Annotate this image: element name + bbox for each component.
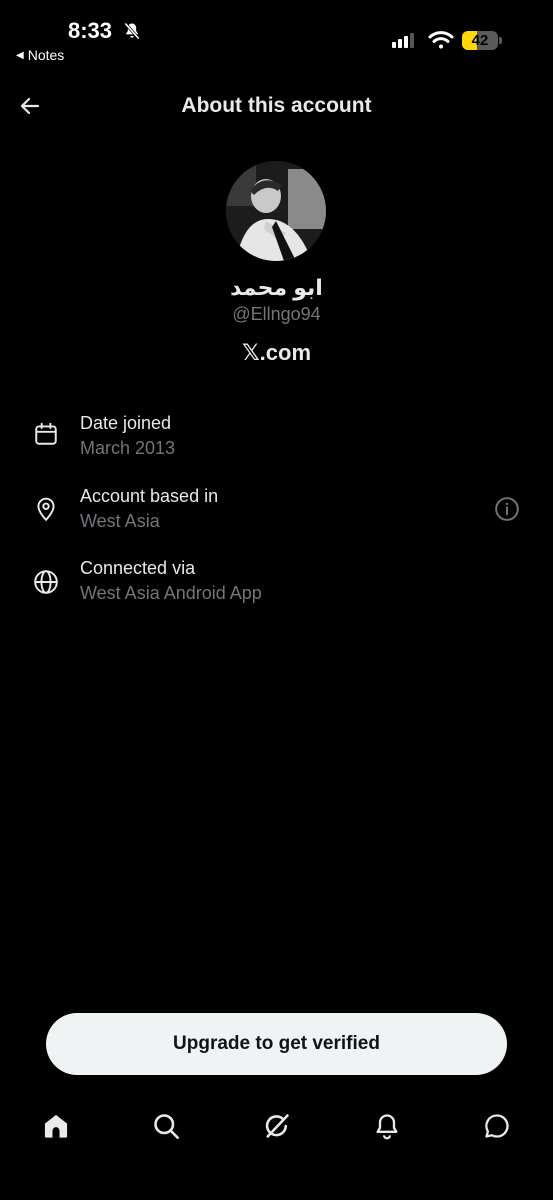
home-icon[interactable] [42,1112,70,1140]
grok-icon[interactable] [263,1112,291,1140]
back-to-app-link[interactable]: ◀ Notes [16,47,64,63]
avatar [226,161,326,261]
battery-cap [499,37,502,44]
connected-via-value: West Asia Android App [80,583,262,603]
upgrade-button[interactable]: Upgrade to get verified [46,1013,507,1075]
globe-icon [34,570,58,594]
date-joined-value: March 2013 [80,438,176,458]
account-based-label: Account based in [80,486,219,506]
date-joined-label: Date joined [80,413,172,433]
site-name: 𝕏.com [241,340,312,365]
battery-level: 42 [471,32,489,49]
location-pin-icon [37,497,55,522]
cellular-signal-icon [392,33,414,48]
connected-via-label: Connected via [80,558,196,578]
page-title: About this account [181,94,372,117]
back-triangle-icon: ◀ [16,49,24,61]
calendar-icon [35,422,57,445]
back-app-label: Notes [27,47,65,63]
status-time: 8:33 [68,18,113,43]
display-name: ابو محمد [230,275,323,300]
wifi-icon [428,31,454,49]
messages-icon[interactable] [483,1112,511,1140]
account-based-value: West Asia [80,511,160,531]
user-handle: @Ellngo94 [232,304,321,324]
battery-indicator: 42 [462,31,498,50]
notifications-icon[interactable] [373,1112,401,1140]
search-icon[interactable] [152,1112,180,1140]
bell-slash-icon [124,22,140,40]
info-circle-icon[interactable] [494,496,520,522]
